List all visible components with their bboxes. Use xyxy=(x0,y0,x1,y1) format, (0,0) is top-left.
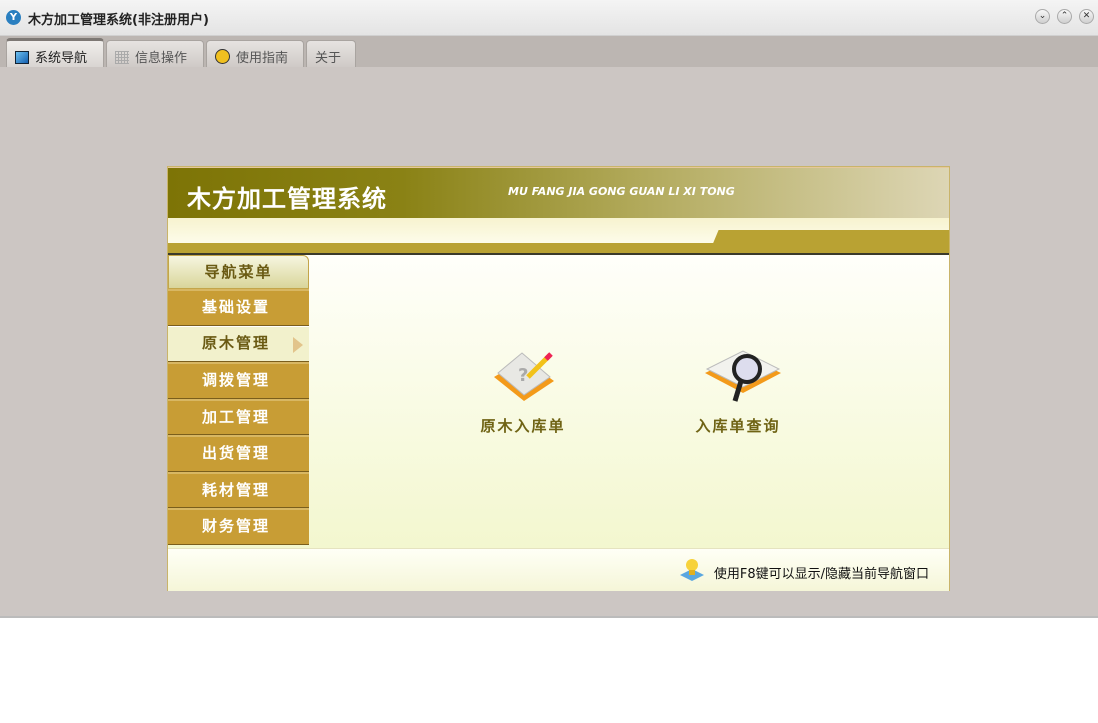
close-button[interactable]: ✕ xyxy=(1079,9,1094,24)
notebook-pencil-icon: ? xyxy=(488,347,558,403)
help-icon xyxy=(215,49,230,64)
navigation-panel: 木方加工管理系统 MU FANG JIA GONG GUAN LI XI TON… xyxy=(167,166,950,591)
main-area: 导航菜单 基础设置 原木管理 调拨管理 加工管理 出货管理 耗材管理 财务管理 … xyxy=(168,255,949,548)
function-label: 原木入库单 xyxy=(480,417,566,435)
tab-bar: 系统导航 信息操作 使用指南 关于 xyxy=(0,36,1098,67)
nav-item-processing-management[interactable]: 加工管理 xyxy=(168,398,309,435)
app-logo-icon: Y xyxy=(6,10,21,25)
tab-about[interactable]: 关于 xyxy=(306,40,356,67)
nav-item-label: 耗材管理 xyxy=(202,480,271,499)
tab-system-nav[interactable]: 系统导航 xyxy=(6,38,104,67)
tab-label: 使用指南 xyxy=(236,51,289,66)
f8-tip-text: 使用F8键可以显示/隐藏当前导航窗口 xyxy=(713,567,929,582)
lightbulb-icon xyxy=(679,557,705,583)
nav-item-label: 出货管理 xyxy=(202,444,271,462)
tab-label: 关于 xyxy=(315,51,342,66)
grid-icon xyxy=(115,51,129,64)
tab-info-ops[interactable]: 信息操作 xyxy=(106,40,204,67)
arrow-right-icon xyxy=(293,336,303,353)
tab-label: 系统导航 xyxy=(35,51,88,66)
system-subtitle: MU FANG JIA GONG GUAN LI XI TONG xyxy=(508,185,735,198)
tab-user-guide[interactable]: 使用指南 xyxy=(206,40,304,67)
nav-item-basic-settings[interactable]: 基础设置 xyxy=(168,289,309,326)
inbound-order-query-button[interactable]: 入库单查询 xyxy=(688,347,788,436)
nav-item-label: 加工管理 xyxy=(202,407,271,426)
tab-label: 信息操作 xyxy=(135,51,188,66)
system-title: 木方加工管理系统 xyxy=(187,185,387,213)
window-title: 木方加工管理系统(非注册用户) xyxy=(28,13,209,28)
nav-item-label: 财务管理 xyxy=(202,517,271,535)
nav-item-label: 调拨管理 xyxy=(202,371,271,389)
nav-menu: 导航菜单 基础设置 原木管理 调拨管理 加工管理 出货管理 耗材管理 财务管理 xyxy=(168,255,309,548)
decorative-band xyxy=(168,218,949,253)
magnifier-book-icon xyxy=(703,347,781,403)
nav-item-transfer-management[interactable]: 调拨管理 xyxy=(168,362,309,399)
function-label: 入库单查询 xyxy=(695,417,781,435)
title-bar: Y 木方加工管理系统(非注册用户) ⌄ ⌃ ✕ xyxy=(0,0,1098,36)
panel-footer: 使用F8键可以显示/隐藏当前导航窗口 xyxy=(168,548,949,591)
nav-item-label: 原木管理 xyxy=(202,333,271,352)
nav-item-finance-management[interactable]: 财务管理 xyxy=(168,508,309,545)
minimize-button[interactable]: ⌄ xyxy=(1035,9,1050,24)
maximize-button[interactable]: ⌃ xyxy=(1057,9,1072,24)
log-inbound-order-button[interactable]: ? 原木入库单 xyxy=(473,347,573,436)
nav-item-log-management[interactable]: 原木管理 xyxy=(168,325,309,362)
nav-item-shipping-management[interactable]: 出货管理 xyxy=(168,435,309,472)
panel-header: 木方加工管理系统 MU FANG JIA GONG GUAN LI XI TON… xyxy=(168,167,949,218)
nav-item-consumables-management[interactable]: 耗材管理 xyxy=(168,471,309,508)
nav-item-label: 基础设置 xyxy=(202,298,271,316)
monitor-icon xyxy=(15,51,29,64)
nav-menu-heading: 导航菜单 xyxy=(168,255,309,289)
